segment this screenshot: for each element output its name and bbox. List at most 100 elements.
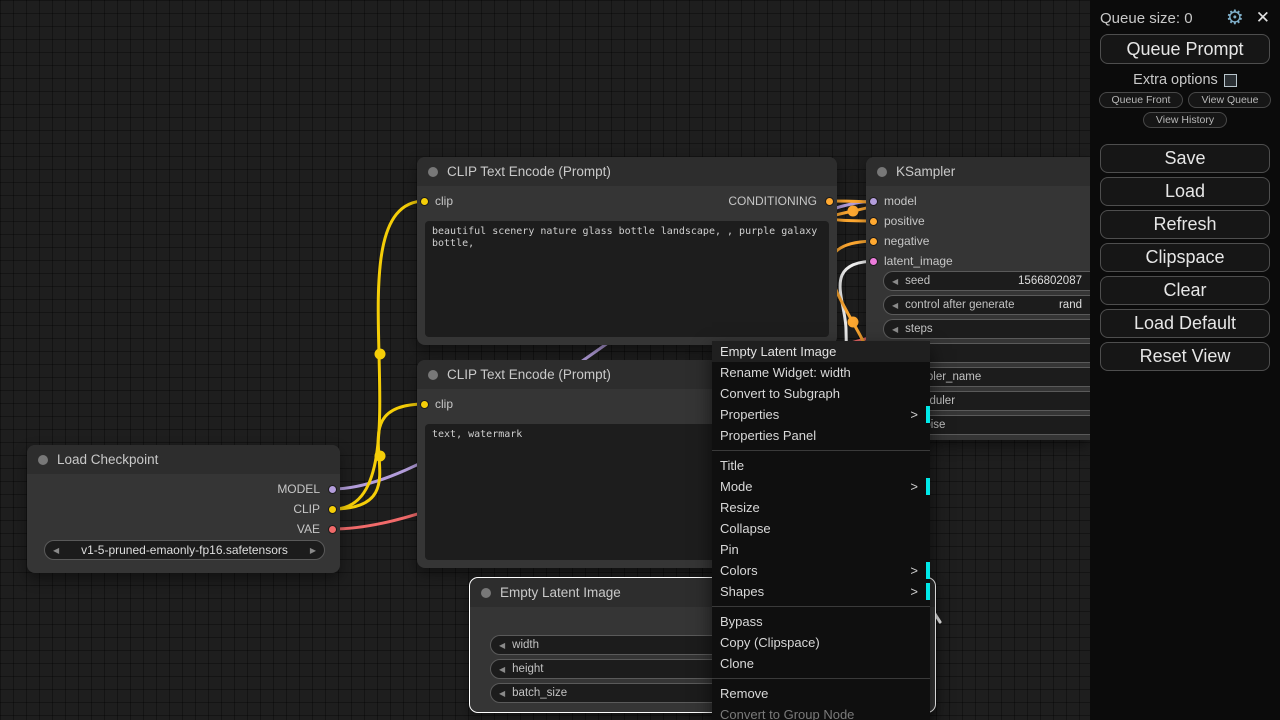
node-title: KSampler <box>896 164 955 179</box>
queue-front-button[interactable]: Queue Front <box>1099 92 1184 108</box>
output-label-clip: CLIP <box>293 502 320 516</box>
input-label-clip: clip <box>435 194 453 208</box>
decrement-arrow-icon[interactable]: ◀ <box>499 641 505 650</box>
widget-steps[interactable]: ◀ steps <box>883 319 1090 339</box>
widget-control-after-generate[interactable]: ◀ control after generate rand <box>883 295 1090 315</box>
decrement-arrow-icon[interactable]: ◀ <box>892 277 898 286</box>
menu-item-clone[interactable]: Clone <box>712 653 930 674</box>
node-title: Load Checkpoint <box>57 452 158 467</box>
node-title-bar[interactable]: CLIP Text Encode (Prompt) <box>417 157 837 186</box>
widget-label: height <box>512 663 543 675</box>
load-default-button[interactable]: Load Default <box>1100 309 1270 338</box>
input-port-clip[interactable] <box>420 197 429 206</box>
submenu-arrow-icon: > <box>910 581 918 602</box>
output-port-vae[interactable] <box>328 525 337 534</box>
reset-view-button[interactable]: Reset View <box>1100 342 1270 371</box>
next-option-arrow-icon[interactable]: ▶ <box>310 546 316 555</box>
menu-item-mode[interactable]: Mode> <box>712 476 930 497</box>
output-port-clip[interactable] <box>328 505 337 514</box>
save-button[interactable]: Save <box>1100 144 1270 173</box>
submenu-arrow-icon: > <box>910 560 918 581</box>
widget-label: control after generate <box>905 299 1014 311</box>
view-history-button[interactable]: View History <box>1143 112 1227 128</box>
node-load-checkpoint[interactable]: Load Checkpoint MODEL CLIP VAE ◀ v1-5-pr… <box>27 445 340 573</box>
decrement-arrow-icon[interactable]: ◀ <box>892 301 898 310</box>
node-title-bar[interactable]: Load Checkpoint <box>27 445 340 474</box>
menu-item-convert-to-subgraph[interactable]: Convert to Subgraph <box>712 383 930 404</box>
menu-item-colors[interactable]: Colors> <box>712 560 930 581</box>
menu-item-properties[interactable]: Properties> <box>712 404 930 425</box>
node-clip-text-encode-1[interactable]: CLIP Text Encode (Prompt) clip CONDITION… <box>417 157 837 345</box>
input-port-latent-image[interactable] <box>869 257 878 266</box>
widget-value: rand <box>1053 299 1082 311</box>
menu-item-convert-to-group-node[interactable]: Convert to Group Node (Deprecated) <box>712 704 930 720</box>
collapse-dot-icon[interactable] <box>481 588 491 598</box>
menu-item-collapse[interactable]: Collapse <box>712 518 930 539</box>
submenu-accent-bar <box>926 478 930 495</box>
menu-item-pin[interactable]: Pin <box>712 539 930 560</box>
view-queue-button[interactable]: View Queue <box>1188 92 1271 108</box>
clear-button[interactable]: Clear <box>1100 276 1270 305</box>
input-label-negative: negative <box>884 234 929 248</box>
input-port-positive[interactable] <box>869 217 878 226</box>
widget-ckpt-name[interactable]: ◀ v1-5-pruned-emaonly-fp16.safetensors ▶ <box>44 540 325 560</box>
menu-item-bypass[interactable]: Bypass <box>712 611 930 632</box>
input-port-negative[interactable] <box>869 237 878 246</box>
widget-seed[interactable]: ◀ seed 1566802087 <box>883 271 1090 291</box>
load-button[interactable]: Load <box>1100 177 1270 206</box>
link-midpoint-dot[interactable] <box>848 206 859 217</box>
menu-divider <box>712 674 930 683</box>
output-label-model: MODEL <box>277 482 320 496</box>
extra-options-label: Extra options <box>1133 72 1218 88</box>
queue-prompt-button[interactable]: Queue Prompt <box>1100 34 1270 64</box>
widget-value: 1566802087 <box>1012 275 1082 287</box>
menu-item-copy-clipspace[interactable]: Copy (Clipspace) <box>712 632 930 653</box>
submenu-accent-bar <box>926 583 930 600</box>
decrement-arrow-icon[interactable]: ◀ <box>892 325 898 334</box>
link-midpoint-dot[interactable] <box>848 317 859 328</box>
menu-item-remove[interactable]: Remove <box>712 683 930 704</box>
output-port-model[interactable] <box>328 485 337 494</box>
link-midpoint-dot[interactable] <box>375 349 386 360</box>
menu-item-resize[interactable]: Resize <box>712 497 930 518</box>
collapse-dot-icon[interactable] <box>38 455 48 465</box>
collapse-dot-icon[interactable] <box>428 167 438 177</box>
submenu-accent-bar <box>926 562 930 579</box>
decrement-arrow-icon[interactable]: ◀ <box>499 689 505 698</box>
prompt-textarea[interactable]: beautiful scenery nature glass bottle la… <box>425 221 829 337</box>
comfyui-canvas[interactable]: CLIP Text Encode (Prompt) clip CONDITION… <box>0 0 1280 720</box>
input-label-model: model <box>884 194 917 208</box>
input-label-clip: clip <box>435 397 453 411</box>
node-title: CLIP Text Encode (Prompt) <box>447 164 611 179</box>
close-icon[interactable]: ✕ <box>1256 8 1270 28</box>
comfy-menu-panel: Queue size: 0 ⚙ ✕ Queue Prompt Extra opt… <box>1090 0 1280 720</box>
output-label-vae: VAE <box>297 522 320 536</box>
input-port-model[interactable] <box>869 197 878 206</box>
input-label-positive: positive <box>884 214 925 228</box>
menu-item-shapes[interactable]: Shapes> <box>712 581 930 602</box>
input-port-clip[interactable] <box>420 400 429 409</box>
menu-item-rename-widget[interactable]: Rename Widget: width <box>712 362 930 383</box>
node-title: Empty Latent Image <box>500 585 621 600</box>
settings-gear-icon[interactable]: ⚙ <box>1226 8 1244 28</box>
collapse-dot-icon[interactable] <box>428 370 438 380</box>
queue-size-label: Queue size: 0 <box>1100 10 1218 27</box>
context-menu: Empty Latent Image Rename Widget: width … <box>712 341 930 720</box>
input-label-latent-image: latent_image <box>884 254 953 268</box>
submenu-arrow-icon: > <box>910 404 918 425</box>
menu-item-properties-panel[interactable]: Properties Panel <box>712 425 930 446</box>
clipspace-button[interactable]: Clipspace <box>1100 243 1270 272</box>
extra-options-checkbox[interactable] <box>1224 74 1237 87</box>
collapse-dot-icon[interactable] <box>877 167 887 177</box>
decrement-arrow-icon[interactable]: ◀ <box>499 665 505 674</box>
menu-item-title[interactable]: Title <box>712 455 930 476</box>
widget-label: seed <box>905 275 930 287</box>
refresh-button[interactable]: Refresh <box>1100 210 1270 239</box>
prev-option-arrow-icon[interactable]: ◀ <box>53 546 59 555</box>
widget-value: v1-5-pruned-emaonly-fp16.safetensors <box>81 543 288 557</box>
output-label-conditioning: CONDITIONING <box>728 194 817 208</box>
output-port-conditioning[interactable] <box>825 197 834 206</box>
node-title-bar[interactable]: KSampler <box>866 157 1090 186</box>
widget-label: steps <box>905 323 933 335</box>
link-midpoint-dot[interactable] <box>375 451 386 462</box>
